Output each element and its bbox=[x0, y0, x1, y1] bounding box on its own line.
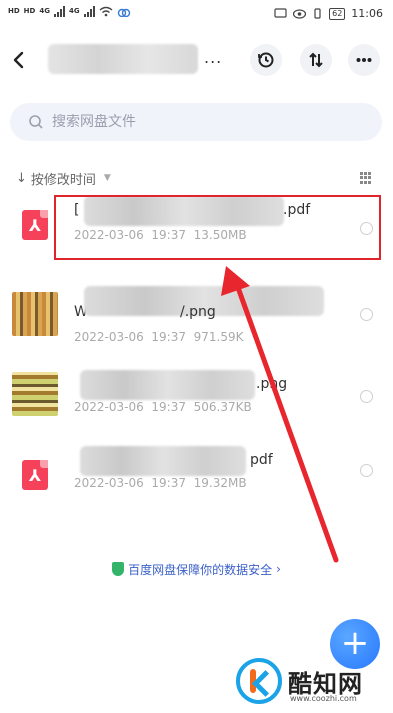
file-date: 2022-03-06 bbox=[74, 400, 144, 414]
file-date: 2022-03-06 bbox=[74, 476, 144, 490]
status-time: 11:06 bbox=[351, 7, 383, 20]
image-thumbnail bbox=[12, 372, 58, 416]
chevron-left-icon bbox=[13, 51, 24, 69]
cloud-icon bbox=[117, 8, 130, 17]
file-extension: .png bbox=[256, 376, 288, 392]
hd-tag-1: HD bbox=[8, 7, 20, 15]
coozhi-logo-icon bbox=[236, 658, 282, 704]
network-tag-2: 4G bbox=[68, 7, 80, 15]
folder-title-ellipsis: ... bbox=[204, 48, 223, 67]
search-icon bbox=[29, 115, 43, 129]
folder-title-redacted bbox=[48, 44, 198, 74]
sort-button[interactable] bbox=[300, 44, 332, 76]
back-button[interactable] bbox=[12, 46, 34, 74]
image-thumbnail bbox=[12, 292, 58, 336]
file-time: 19:37 bbox=[151, 476, 186, 490]
file-size: 971.59K bbox=[193, 330, 244, 344]
file-extension: pdf bbox=[250, 452, 273, 468]
grid-view-icon[interactable] bbox=[360, 172, 372, 184]
shield-icon bbox=[112, 562, 125, 576]
sort-arrows-icon bbox=[309, 52, 323, 68]
file-meta: 2022-03-06 19:37 971.59K bbox=[74, 330, 243, 344]
chevron-right-icon: › bbox=[276, 562, 281, 576]
status-right: 62 11:06 bbox=[274, 7, 383, 20]
cast-icon bbox=[274, 8, 287, 18]
wifi-icon bbox=[99, 6, 113, 17]
file-size: 19.32MB bbox=[193, 476, 247, 490]
security-text: 百度网盘保障你的数据安全 bbox=[128, 562, 273, 577]
search-bar[interactable] bbox=[10, 103, 382, 141]
file-date: 2022-03-06 bbox=[74, 330, 144, 344]
network-tag-1: 4G bbox=[39, 7, 50, 15]
sort-label: 按修改时间 bbox=[30, 172, 96, 188]
select-radio[interactable] bbox=[360, 464, 373, 477]
select-radio[interactable] bbox=[360, 390, 373, 403]
watermark-url: www.coozhi.com bbox=[290, 694, 357, 703]
select-radio[interactable] bbox=[360, 308, 373, 321]
file-name-redacted bbox=[80, 370, 255, 400]
file-extension: /.png bbox=[180, 304, 216, 320]
file-time: 19:37 bbox=[151, 330, 186, 344]
highlight-box bbox=[54, 195, 381, 260]
file-size: 506.37KB bbox=[193, 400, 252, 414]
eye-icon bbox=[293, 8, 307, 19]
file-time: 19:37 bbox=[151, 400, 186, 414]
pdf-file-icon: ⅄ bbox=[22, 460, 48, 490]
security-banner[interactable]: 百度网盘保障你的数据安全 › bbox=[0, 558, 393, 580]
search-input[interactable] bbox=[52, 114, 352, 130]
file-meta: 2022-03-06 19:37 19.32MB bbox=[74, 476, 247, 490]
chevron-down-icon: ▼ bbox=[103, 173, 111, 183]
file-row[interactable]: ⅄ pdf 2022-03-06 19:37 19.32MB bbox=[0, 446, 393, 506]
file-name-redacted bbox=[80, 446, 246, 476]
clock-history-icon bbox=[258, 52, 274, 68]
sort-row[interactable]: ↓ 按修改时间 ▼ bbox=[16, 168, 378, 188]
top-app-bar: ... bbox=[0, 40, 393, 80]
vibrate-icon bbox=[314, 8, 321, 19]
file-row[interactable]: W /.png 2022-03-06 19:37 971.59K bbox=[0, 286, 393, 350]
more-dots-icon bbox=[356, 58, 372, 62]
status-left: HD HD 4G 4G bbox=[8, 6, 131, 17]
sort-arrow-icon: ↓ bbox=[16, 170, 27, 186]
pdf-file-icon: ⅄ bbox=[22, 210, 48, 240]
battery-indicator: 62 bbox=[329, 7, 346, 20]
add-button[interactable]: + bbox=[330, 619, 380, 669]
status-bar: HD HD 4G 4G 62 11:06 bbox=[0, 0, 393, 30]
file-meta: 2022-03-06 19:37 506.37KB bbox=[74, 400, 252, 414]
signal-icon-2 bbox=[83, 6, 95, 17]
more-button[interactable] bbox=[348, 44, 380, 76]
hd-tag-2: HD bbox=[23, 7, 36, 15]
file-row[interactable]: .png 2022-03-06 19:37 506.37KB bbox=[0, 370, 393, 430]
history-button[interactable] bbox=[250, 44, 282, 76]
signal-icon bbox=[53, 6, 65, 17]
